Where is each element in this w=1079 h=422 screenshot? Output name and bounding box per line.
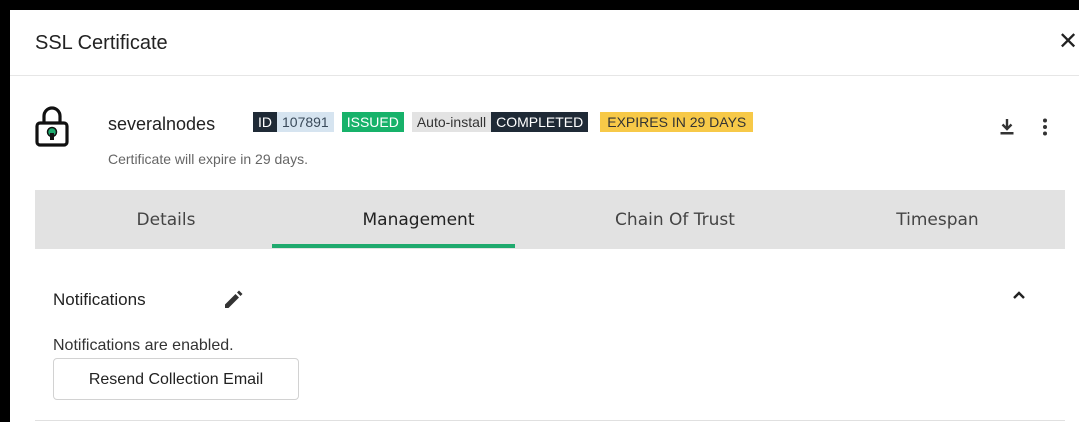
tab-management[interactable]: Management [297, 190, 540, 249]
section-divider [35, 420, 1065, 421]
certificate-subtext: Certificate will expire in 29 days. [108, 151, 308, 167]
certificate-name: severalnodes [108, 114, 216, 134]
chevron-up-icon[interactable] [1012, 290, 1026, 300]
certificate-header: severalnodes ID 107891 ISSUED Auto-insta… [10, 76, 1079, 190]
tab-timespan[interactable]: Timespan [810, 190, 1065, 249]
pencil-icon[interactable] [224, 290, 243, 309]
tab-chain-of-trust[interactable]: Chain Of Trust [540, 190, 810, 249]
ssl-certificate-dialog: SSL Certificate ✕ severalnodes ID 107891… [10, 10, 1079, 422]
dialog-title: SSL Certificate [35, 32, 168, 54]
lock-icon [35, 106, 69, 147]
tab-details[interactable]: Details [35, 190, 297, 249]
status-badge: ISSUED [341, 112, 404, 132]
dialog-title-bar: SSL Certificate ✕ [10, 10, 1079, 76]
certificate-badges: ID 107891 ISSUED Auto-install COMPLETED … [253, 110, 754, 134]
notifications-title: Notifications [53, 290, 146, 309]
active-tab-indicator [272, 244, 515, 248]
resend-collection-email-button[interactable]: Resend Collection Email [53, 358, 299, 400]
download-icon[interactable] [1000, 119, 1014, 135]
auto-install-label: Auto-install [411, 112, 492, 132]
auto-install-status-badge: COMPLETED [491, 112, 589, 132]
more-vert-icon[interactable] [1042, 118, 1048, 136]
expiry-badge: EXPIRES IN 29 DAYS [600, 112, 754, 132]
notifications-status: Notifications are enabled. [53, 337, 234, 354]
id-badge-value: 107891 [277, 112, 334, 132]
close-icon[interactable]: ✕ [1057, 28, 1079, 56]
tab-bar: Details Management Chain Of Trust Timesp… [35, 190, 1065, 249]
id-badge-label: ID [253, 112, 277, 132]
